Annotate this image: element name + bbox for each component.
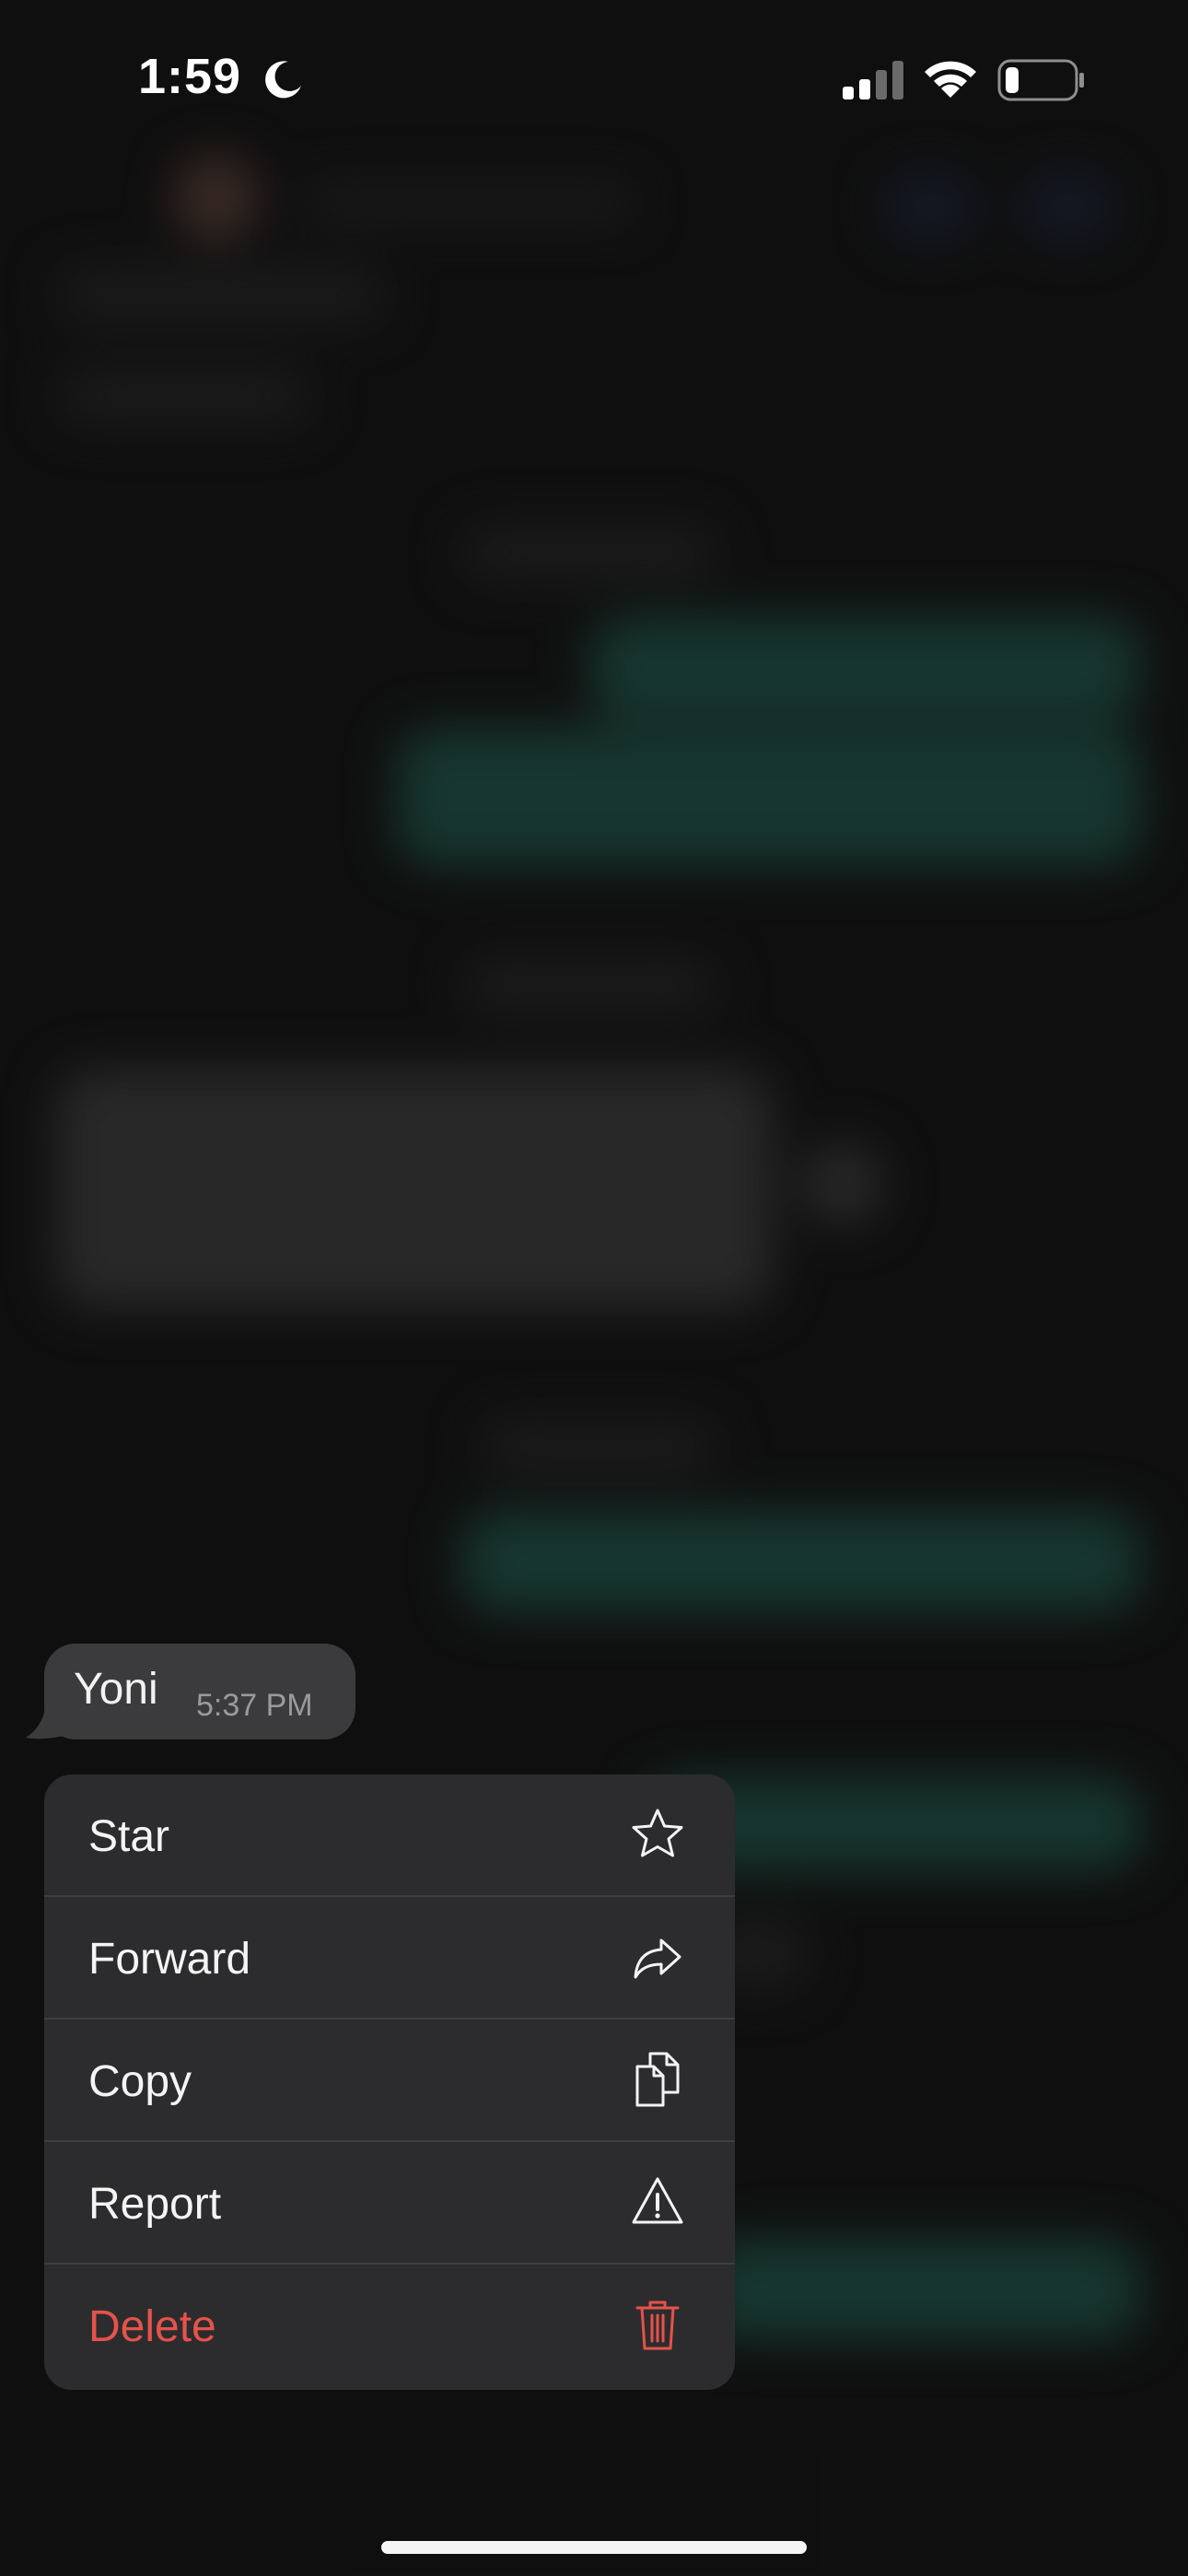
menu-item-star[interactable]: Star xyxy=(44,1774,735,1897)
wifi-icon xyxy=(925,61,976,98)
menu-item-copy[interactable]: Copy xyxy=(44,2020,735,2142)
status-time: 1:59 xyxy=(138,49,242,104)
message-bubble[interactable]: Yoni 5:37 PM xyxy=(44,1644,355,1739)
menu-item-label: Forward xyxy=(88,1935,251,1984)
menu-item-report[interactable]: Report xyxy=(44,2142,735,2265)
menu-item-label: Copy xyxy=(88,2057,192,2106)
message-timestamp: 5:37 PM xyxy=(196,1688,313,1723)
menu-item-label: Report xyxy=(88,2180,222,2229)
menu-item-delete[interactable]: Delete xyxy=(44,2265,735,2388)
forward-icon xyxy=(634,1938,681,1979)
menu-item-label: Delete xyxy=(88,2302,216,2351)
copy-icon xyxy=(635,2052,680,2107)
moon-icon xyxy=(265,61,301,99)
status-bar: 1:59 xyxy=(0,0,1188,157)
star-icon xyxy=(632,1809,683,1857)
message-context-menu: Star Forward Copy Report Delete xyxy=(44,1774,735,2390)
trash-icon xyxy=(635,2301,680,2350)
cellular-signal-icon xyxy=(843,61,903,100)
menu-item-label: Star xyxy=(88,1812,170,1861)
message-text: Yoni xyxy=(74,1665,158,1714)
menu-item-forward[interactable]: Forward xyxy=(44,1897,735,2020)
warning-icon xyxy=(632,2177,683,2224)
battery-icon xyxy=(997,59,1084,101)
home-indicator[interactable] xyxy=(381,2541,807,2554)
